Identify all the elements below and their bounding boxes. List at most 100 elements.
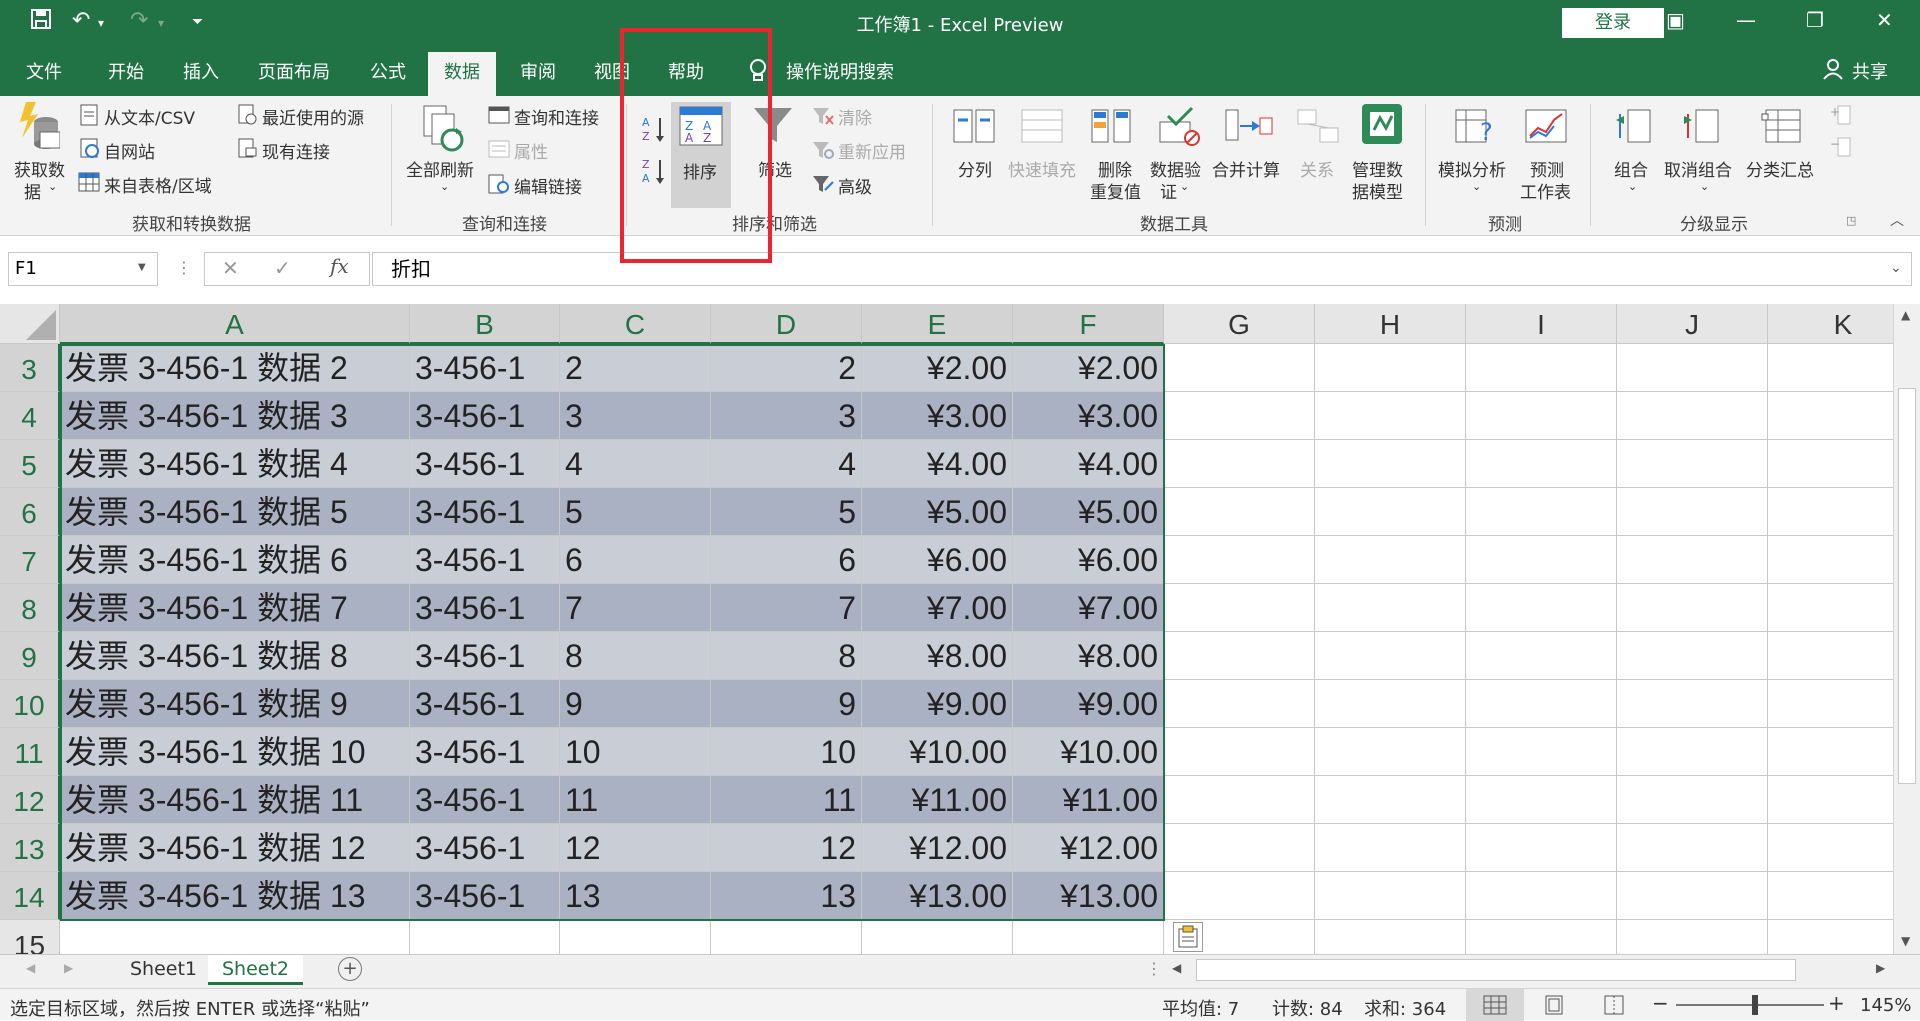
cell-k12[interactable]	[1768, 776, 1893, 824]
cell-j5[interactable]	[1617, 440, 1768, 488]
horizontal-scroll-thumb[interactable]	[1196, 959, 1796, 981]
vertical-scrollbar[interactable]: ▲ ▼	[1893, 304, 1920, 954]
consolidate-button[interactable]: 合并计算	[1212, 156, 1280, 181]
tab-insert[interactable]: 插入	[183, 58, 219, 84]
from-table-button[interactable]: 来自表格/区域	[104, 172, 212, 197]
cell-i12[interactable]	[1466, 776, 1617, 824]
ungroup-button[interactable]: 取消组合	[1664, 156, 1732, 181]
flash-fill-button[interactable]: 快速填充	[1008, 156, 1076, 181]
normal-view-icon[interactable]	[1466, 989, 1524, 1021]
refresh-all-button[interactable]: 全部刷新	[406, 156, 474, 181]
cell-g8[interactable]	[1164, 584, 1315, 632]
cell-i11[interactable]	[1466, 728, 1617, 776]
relationships-button[interactable]: 关系	[1300, 156, 1334, 181]
close-icon[interactable]: ✕	[1876, 8, 1893, 32]
cell-d15[interactable]	[711, 920, 862, 954]
cell-g11[interactable]	[1164, 728, 1315, 776]
remove-duplicates-icon[interactable]	[1090, 106, 1134, 150]
zoom-in-icon[interactable]: +	[1828, 991, 1845, 1015]
scroll-thumb[interactable]	[1898, 388, 1916, 784]
cell-g6[interactable]	[1164, 488, 1315, 536]
cell-h9[interactable]	[1315, 632, 1466, 680]
clear-button[interactable]: 清除	[838, 104, 872, 129]
prev-sheet-icon[interactable]: ◀	[26, 961, 35, 975]
worksheet-grid[interactable]: ABCDEFGHIJK 3 4 5 6 7 8 9 10 11 12 13 14 15 发票 3-456…	[0, 304, 1893, 954]
cell-h10[interactable]	[1315, 680, 1466, 728]
tab-review[interactable]: 审阅	[520, 58, 556, 84]
zoom-out-icon[interactable]: −	[1652, 991, 1669, 1015]
paste-options-icon[interactable]	[1173, 922, 1203, 952]
column-header-b[interactable]: B	[410, 304, 560, 344]
cell-i3[interactable]	[1466, 344, 1617, 392]
tab-formulas[interactable]: 公式	[370, 58, 406, 84]
cell-j13[interactable]	[1617, 824, 1768, 872]
cell-k11[interactable]	[1768, 728, 1893, 776]
row-header[interactable]: 12	[0, 776, 60, 824]
cell-j7[interactable]	[1617, 536, 1768, 584]
subtotal-button[interactable]: 分类汇总	[1746, 156, 1814, 181]
recent-sources-button[interactable]: 最近使用的源	[262, 104, 364, 129]
minimize-icon[interactable]: —	[1736, 8, 1756, 32]
tab-file[interactable]: 文件	[26, 58, 62, 84]
cell-h8[interactable]	[1315, 584, 1466, 632]
get-data-label2[interactable]: 据	[24, 178, 41, 203]
cell-k7[interactable]	[1768, 536, 1893, 584]
refresh-all-icon[interactable]	[420, 104, 466, 158]
expand-formula-icon[interactable]: ⌄	[1890, 260, 1902, 276]
collapse-ribbon-icon[interactable]: ︿	[1890, 210, 1904, 230]
share-icon[interactable]	[1822, 58, 1844, 85]
column-header-f[interactable]: F	[1013, 304, 1164, 344]
show-detail-icon[interactable]: +	[1830, 104, 1852, 130]
cell-h13[interactable]	[1315, 824, 1466, 872]
share-button[interactable]: 共享	[1852, 58, 1888, 84]
cell-g9[interactable]	[1164, 632, 1315, 680]
cell-j9[interactable]	[1617, 632, 1768, 680]
data-validation-label2[interactable]: 证	[1160, 178, 1177, 203]
restore-icon[interactable]: ❐	[1806, 8, 1824, 32]
cell-j15[interactable]	[1617, 920, 1768, 954]
cell-j11[interactable]	[1617, 728, 1768, 776]
cell-g5[interactable]	[1164, 440, 1315, 488]
manage-data-model-icon[interactable]	[1360, 102, 1404, 150]
row-header[interactable]: 4	[0, 392, 60, 440]
row-header[interactable]: 10	[0, 680, 60, 728]
group-icon[interactable]	[1614, 106, 1654, 150]
sheet-tab-sheet1[interactable]: Sheet1	[116, 955, 211, 985]
row-header[interactable]: 3	[0, 344, 60, 392]
cell-i14[interactable]	[1466, 872, 1617, 920]
cell-k8[interactable]	[1768, 584, 1893, 632]
cell-k13[interactable]	[1768, 824, 1893, 872]
add-sheet-icon[interactable]: +	[338, 957, 362, 981]
forecast-sheet-icon[interactable]	[1524, 106, 1568, 150]
text-to-columns-button[interactable]: 分列	[958, 156, 992, 181]
cell-h4[interactable]	[1315, 392, 1466, 440]
zoom-slider[interactable]	[1676, 1004, 1824, 1006]
column-header-h[interactable]: H	[1315, 304, 1466, 344]
tab-page-layout[interactable]: 页面布局	[258, 58, 330, 84]
cell-g12[interactable]	[1164, 776, 1315, 824]
scroll-up-icon[interactable]: ▲	[1901, 308, 1910, 322]
sheet-tab-sheet2[interactable]: Sheet2	[208, 955, 304, 985]
tab-home[interactable]: 开始	[108, 58, 144, 84]
dialog-launcher-icon[interactable]: ◳	[1846, 214, 1856, 227]
column-header-d[interactable]: D	[711, 304, 862, 344]
get-data-icon[interactable]	[16, 102, 61, 156]
cell-i5[interactable]	[1466, 440, 1617, 488]
cell-k5[interactable]	[1768, 440, 1893, 488]
cell-i10[interactable]	[1466, 680, 1617, 728]
name-box-dropdown-icon[interactable]: ▼	[138, 262, 146, 273]
cell-h7[interactable]	[1315, 536, 1466, 584]
zoom-slider-thumb[interactable]	[1752, 995, 1758, 1015]
cell-c15[interactable]	[560, 920, 711, 954]
formula-input[interactable]: 折扣	[372, 252, 1912, 286]
login-button[interactable]: 登录	[1562, 8, 1664, 38]
column-header-k[interactable]: K	[1768, 304, 1893, 344]
ribbon-display-icon[interactable]: ▣	[1666, 8, 1685, 32]
cancel-icon[interactable]: ✕	[222, 256, 239, 280]
scroll-left-icon[interactable]: ◀	[1172, 961, 1181, 975]
cell-k6[interactable]	[1768, 488, 1893, 536]
scroll-right-icon[interactable]: ▶	[1876, 961, 1885, 975]
insert-function-icon[interactable]: fx	[330, 254, 349, 278]
hide-detail-icon[interactable]: −	[1830, 136, 1852, 162]
cell-g13[interactable]	[1164, 824, 1315, 872]
